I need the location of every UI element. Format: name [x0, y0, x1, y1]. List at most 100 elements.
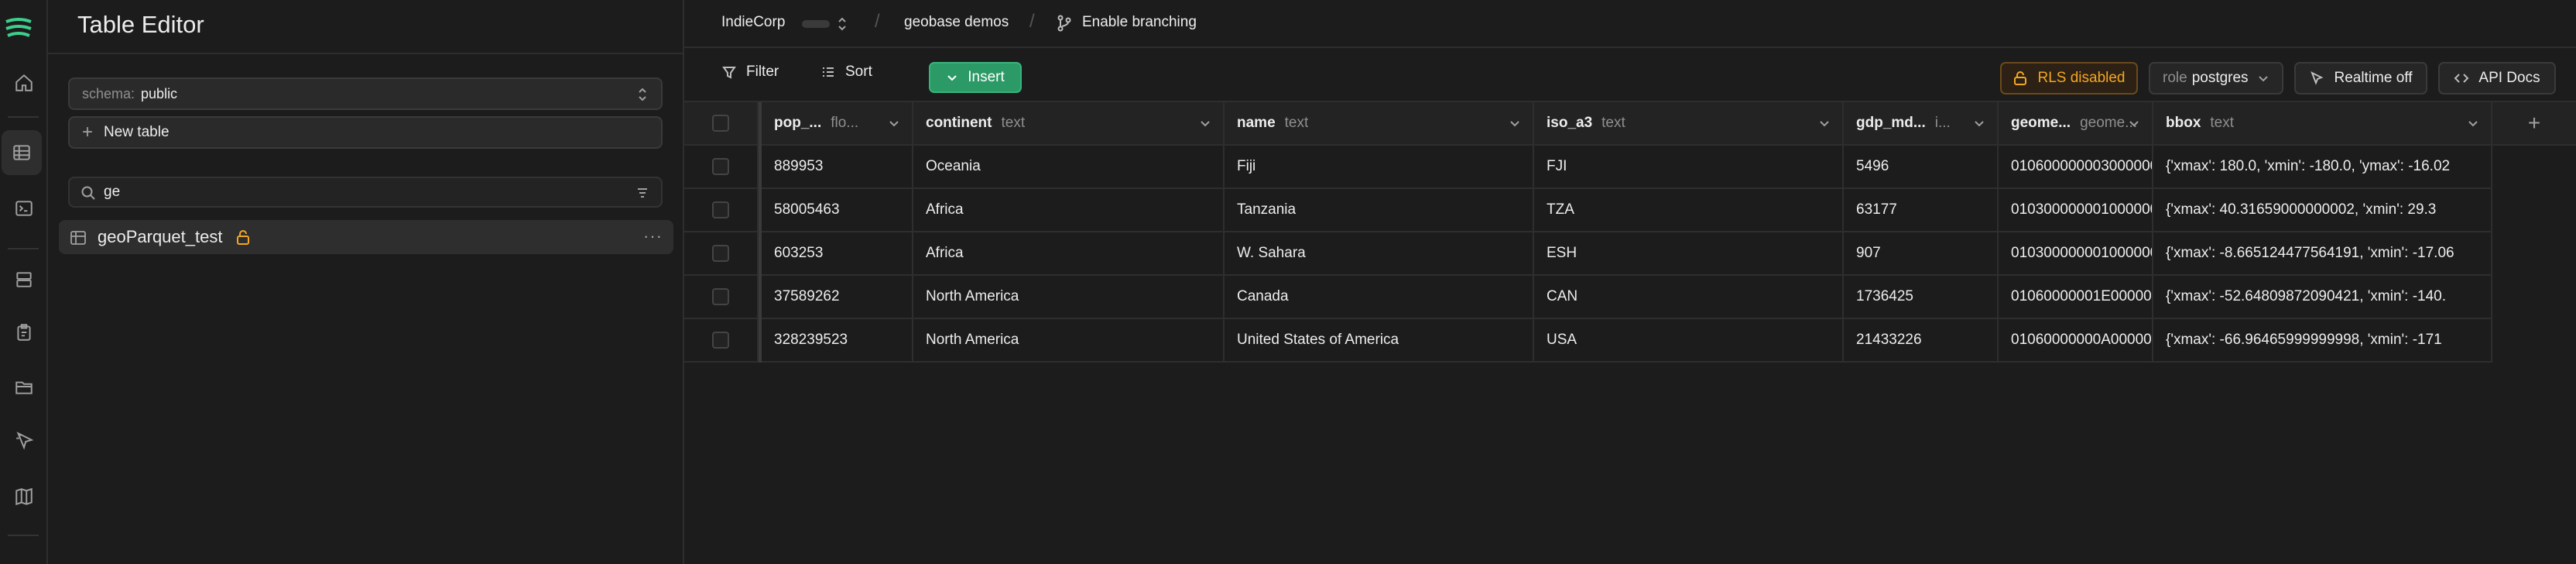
rail-auth[interactable] — [0, 310, 48, 355]
table-cell[interactable]: Africa — [913, 189, 1225, 232]
table-cell[interactable]: 603253 — [762, 232, 913, 276]
chevron-down-icon[interactable] — [1817, 116, 1831, 130]
select-all-checkbox[interactable] — [712, 115, 729, 132]
rail-map[interactable] — [0, 474, 48, 519]
sort-button[interactable]: Sort — [820, 64, 872, 81]
table-cell[interactable]: {'xmax': -8.665124477564191, 'xmin': -17… — [2153, 232, 2492, 276]
column-header[interactable]: bbox text — [2153, 102, 2492, 146]
rail-edge-functions[interactable] — [0, 418, 48, 463]
table-cell[interactable]: {'xmax': -66.96465999999998, 'xmin': -17… — [2153, 319, 2492, 363]
table-cell[interactable]: W. Sahara — [1225, 232, 1534, 276]
schema-selector[interactable]: schema: public — [68, 77, 663, 110]
chevron-down-icon[interactable] — [1972, 116, 1986, 130]
table-cell[interactable]: {'xmax': -52.64809872090421, 'xmin': -14… — [2153, 276, 2492, 319]
table-cell[interactable]: TZA — [1534, 189, 1844, 232]
row-checkbox[interactable] — [712, 201, 729, 218]
column-header[interactable]: continent text — [913, 102, 1225, 146]
table-cell[interactable]: {'xmax': 180.0, 'xmin': -180.0, 'ymax': … — [2153, 146, 2492, 189]
rail-sql-editor[interactable] — [0, 186, 48, 231]
filter-button[interactable]: Filter — [721, 64, 779, 81]
api-docs-button[interactable]: API Docs — [2438, 62, 2556, 95]
rail-storage[interactable] — [0, 364, 48, 409]
chevron-down-icon[interactable] — [1508, 116, 1522, 130]
rail-home[interactable] — [0, 60, 48, 105]
more-options-icon[interactable]: ··· — [643, 226, 663, 246]
table-cell[interactable]: Oceania — [913, 146, 1225, 189]
table-cell[interactable]: North America — [913, 276, 1225, 319]
chevron-down-icon[interactable] — [887, 116, 901, 130]
row-checkbox[interactable] — [712, 288, 729, 305]
realtime-toggle-button[interactable]: Realtime off — [2294, 62, 2427, 95]
insert-button[interactable]: Insert — [929, 62, 1022, 93]
table-cell[interactable]: USA — [1534, 319, 1844, 363]
column-name: name — [1237, 115, 1276, 131]
table-cell[interactable]: 0106000000030000000 — [1999, 146, 2153, 189]
table-cell[interactable]: FJI — [1534, 146, 1844, 189]
map-icon — [15, 487, 33, 506]
search-icon — [81, 186, 95, 200]
add-column-button[interactable]: + — [2492, 102, 2576, 146]
table-cell[interactable]: 907 — [1844, 232, 1999, 276]
breadcrumb-project[interactable]: geobase demos — [904, 14, 1009, 31]
table-cell[interactable]: 0103000000010000001 — [1999, 232, 2153, 276]
table-search-input[interactable] — [104, 184, 599, 201]
new-table-button[interactable]: + New table — [68, 116, 663, 149]
database-icon — [16, 272, 32, 287]
chevron-down-icon[interactable] — [1198, 116, 1212, 130]
enable-branching-button[interactable]: Enable branching — [1082, 14, 1197, 31]
rls-disabled-button[interactable]: RLS disabled — [2000, 62, 2138, 95]
table-cell[interactable]: 5496 — [1844, 146, 1999, 189]
table-cell[interactable]: 63177 — [1844, 189, 1999, 232]
chevron-down-icon[interactable] — [2127, 116, 2141, 130]
rail-table-editor[interactable] — [2, 130, 42, 175]
column-name: pop_... — [774, 115, 822, 131]
table-cell[interactable]: CAN — [1534, 276, 1844, 319]
table-cell[interactable]: ESH — [1534, 232, 1844, 276]
unlock-icon — [2014, 71, 2027, 85]
column-name: bbox — [2166, 115, 2201, 131]
table-cell[interactable]: Canada — [1225, 276, 1534, 319]
table-cell[interactable]: Tanzania — [1225, 189, 1534, 232]
table-cell[interactable]: {'xmax': 40.31659000000002, 'xmin': 29.3 — [2153, 189, 2492, 232]
column-header[interactable]: name text — [1225, 102, 1534, 146]
column-header[interactable]: gdp_md... i... — [1844, 102, 1999, 146]
row-select-cell — [684, 232, 759, 276]
home-icon — [15, 74, 33, 91]
chevron-up-down-icon[interactable] — [836, 15, 848, 33]
frozen-column-divider — [759, 102, 762, 363]
table-cell[interactable]: 37589262 — [762, 276, 913, 319]
column-header[interactable]: iso_a3 text — [1534, 102, 1844, 146]
code-icon — [2454, 74, 2469, 83]
row-checkbox[interactable] — [712, 332, 729, 349]
chevron-up-down-icon — [639, 88, 646, 101]
api-docs-label: API Docs — [2478, 70, 2540, 86]
table-cell[interactable]: North America — [913, 319, 1225, 363]
table-cell[interactable]: 21433226 — [1844, 319, 1999, 363]
table-cell[interactable]: 58005463 — [762, 189, 913, 232]
role-selector[interactable]: role postgres — [2149, 62, 2283, 95]
table-cell[interactable]: United States of America — [1225, 319, 1534, 363]
row-checkbox[interactable] — [712, 245, 729, 262]
row-checkbox[interactable] — [712, 158, 729, 175]
column-header[interactable]: geome... geome... — [1999, 102, 2153, 146]
table-cell[interactable]: 01060000001E0000000 — [1999, 276, 2153, 319]
table-cell[interactable]: 01060000000A0000000 — [1999, 319, 2153, 363]
table-cell[interactable]: Africa — [913, 232, 1225, 276]
supabase-logo-icon[interactable] — [5, 15, 33, 43]
table-cell[interactable]: Fiji — [1225, 146, 1534, 189]
table-cell[interactable]: 1736425 — [1844, 276, 1999, 319]
sql-editor-icon — [15, 201, 33, 216]
table-cell[interactable]: 328239523 — [762, 319, 913, 363]
rail-database[interactable] — [0, 257, 48, 302]
sidebar-table-item[interactable]: geoParquet_test ··· — [59, 220, 673, 254]
column-header[interactable]: pop_... flo... — [762, 102, 913, 146]
chevron-down-icon[interactable] — [635, 185, 650, 201]
chevron-down-icon[interactable] — [2466, 116, 2480, 130]
grid-toolbar: Filter Sort Insert RLS disabled role pos… — [684, 48, 2576, 102]
table-cell[interactable]: 0103000000010000003 — [1999, 189, 2153, 232]
realtime-label: Realtime off — [2334, 70, 2413, 86]
table-cell[interactable]: 889953 — [762, 146, 913, 189]
insert-label: Insert — [968, 69, 1005, 85]
breadcrumb-org[interactable]: IndieCorp — [721, 14, 785, 31]
top-bar: IndieCorp / geobase demos / Enable branc… — [684, 0, 2576, 48]
